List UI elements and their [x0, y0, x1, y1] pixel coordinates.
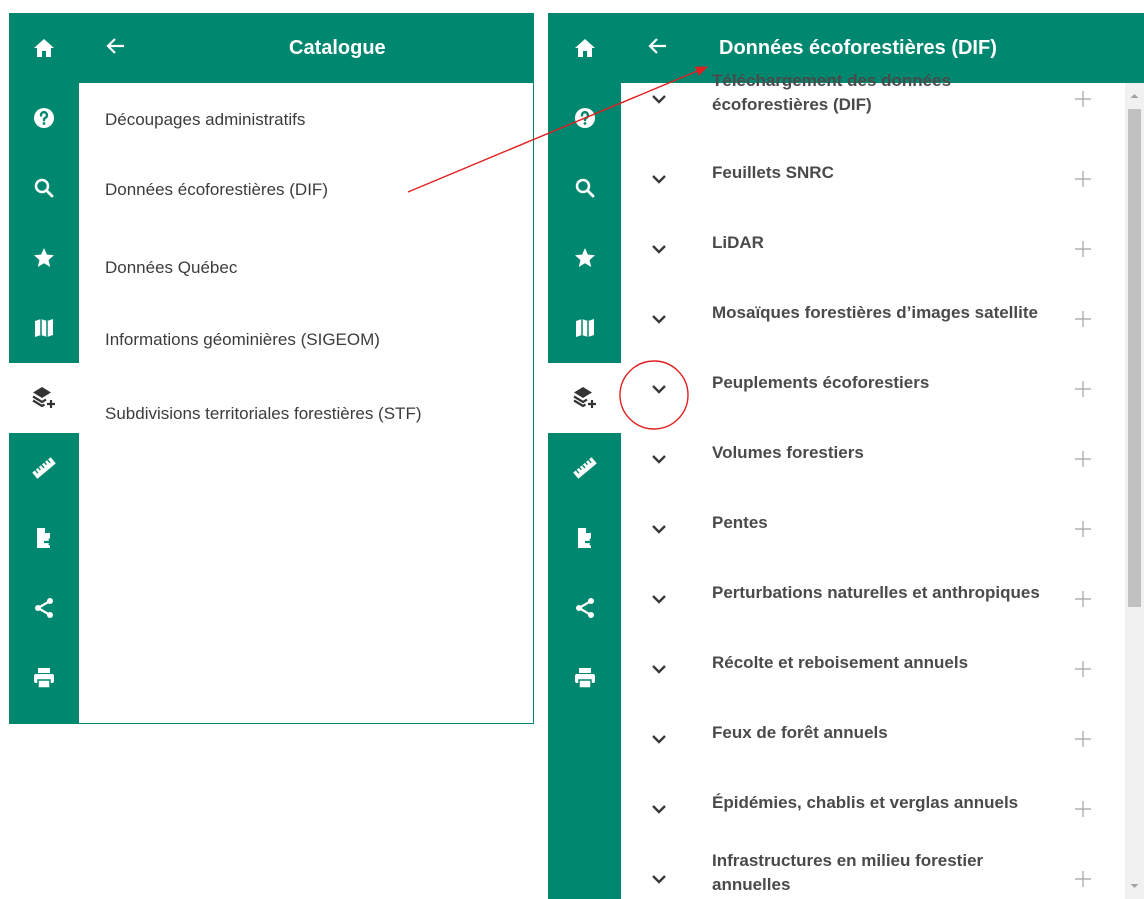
catalogue-panel: Catalogue Découpages administratifs Donn…: [79, 13, 534, 724]
layer-label: Feuillets SNRC: [712, 163, 834, 182]
measure-button[interactable]: [9, 433, 79, 503]
layer-row[interactable]: Perturbations naturelles et anthropiques: [548, 562, 1096, 632]
layer-label: Feux de forêt annuels: [712, 723, 888, 742]
layer-label: Peuplements écoforestiers: [712, 373, 930, 392]
chevron-down-icon[interactable]: [648, 588, 670, 610]
export-button[interactable]: [9, 503, 79, 573]
plus-icon[interactable]: [1073, 239, 1093, 259]
dif-layer-list: Téléchargement des données écoforestière…: [548, 0, 1144, 899]
plus-icon[interactable]: [1073, 799, 1093, 819]
layer-label: LiDAR: [712, 233, 764, 252]
layers-add-icon: [32, 387, 55, 408]
print-button[interactable]: [9, 643, 79, 713]
layer-row[interactable]: Feux de forêt annuels: [548, 702, 1096, 772]
plus-icon[interactable]: [1073, 869, 1093, 889]
chevron-down-icon[interactable]: [648, 88, 670, 110]
chevron-down-icon[interactable]: [648, 448, 670, 470]
layer-label: Infrastructures en milieu forestier annu…: [712, 851, 984, 894]
map-icon: [35, 319, 53, 337]
layer-row[interactable]: Peuplements écoforestiers: [548, 352, 1096, 422]
layer-label: Récolte et reboisement annuels: [712, 653, 969, 672]
plus-icon[interactable]: [1073, 659, 1093, 679]
plus-icon[interactable]: [1073, 449, 1093, 469]
plus-icon[interactable]: [1073, 519, 1093, 539]
layer-row[interactable]: Infrastructures en milieu forestier annu…: [548, 842, 1096, 899]
chevron-down-icon[interactable]: [648, 798, 670, 820]
catalog-item[interactable]: Subdivisions territoriales forestières (…: [105, 404, 421, 424]
layer-row[interactable]: Récolte et reboisement annuels: [548, 632, 1096, 702]
chevron-down-icon[interactable]: [648, 378, 670, 400]
ruler-icon: [32, 457, 56, 479]
plus-icon[interactable]: [1073, 169, 1093, 189]
chevron-down-icon[interactable]: [648, 728, 670, 750]
help-button[interactable]: [9, 83, 79, 153]
layer-label: Épidémies, chablis et verglas annuels: [712, 793, 1019, 812]
catalog-item[interactable]: Données écoforestières (DIF): [105, 180, 328, 200]
search-icon: [34, 178, 54, 198]
layer-label: Pentes: [712, 513, 768, 532]
layer-row[interactable]: LiDAR: [548, 212, 1096, 282]
chevron-down-icon[interactable]: [648, 518, 670, 540]
star-icon: [34, 248, 54, 267]
layer-label: Perturbations naturelles et anthropiques: [712, 583, 1040, 602]
plus-icon[interactable]: [1073, 309, 1093, 329]
layer-row[interactable]: Feuillets SNRC: [548, 142, 1096, 212]
plus-icon[interactable]: [1073, 89, 1093, 109]
layer-row[interactable]: Mosaïques forestières d’images satellite: [548, 282, 1096, 352]
arrow-left-icon[interactable]: [101, 31, 131, 61]
layer-label: Volumes forestiers: [712, 443, 864, 462]
help-icon: [34, 108, 54, 128]
chevron-down-icon[interactable]: [648, 868, 670, 890]
plus-icon[interactable]: [1073, 379, 1093, 399]
plus-icon[interactable]: [1073, 589, 1093, 609]
chevron-down-icon[interactable]: [648, 168, 670, 190]
layer-row[interactable]: Pentes: [548, 492, 1096, 562]
layer-label: Téléchargement des données écoforestière…: [712, 71, 952, 114]
chevron-down-icon[interactable]: [648, 238, 670, 260]
catalog-item[interactable]: Découpages administratifs: [105, 110, 305, 130]
page-title: Catalogue: [289, 37, 386, 59]
home-icon: [34, 39, 54, 57]
print-icon: [34, 668, 54, 689]
left-icon-rail: [9, 13, 79, 724]
plus-icon[interactable]: [1073, 729, 1093, 749]
layer-label: Mosaïques forestières d’images satellite: [712, 303, 1038, 322]
share-button[interactable]: [9, 573, 79, 643]
catalog-item[interactable]: Données Québec: [105, 258, 237, 278]
map-button[interactable]: [9, 293, 79, 363]
search-button[interactable]: [9, 153, 79, 223]
chevron-down-icon[interactable]: [648, 308, 670, 330]
panel-header: Catalogue: [79, 13, 533, 83]
favorites-button[interactable]: [9, 223, 79, 293]
catalog-button[interactable]: [9, 363, 79, 433]
share-icon: [35, 598, 53, 618]
chevron-down-icon[interactable]: [648, 658, 670, 680]
layer-row[interactable]: Volumes forestiers: [548, 422, 1096, 492]
layer-row[interactable]: Téléchargement des données écoforestière…: [548, 62, 1096, 132]
home-button[interactable]: [9, 13, 79, 83]
layer-row[interactable]: Épidémies, chablis et verglas annuels: [548, 772, 1096, 842]
catalog-item[interactable]: Informations géominières (SIGEOM): [105, 330, 380, 350]
file-export-icon: [37, 528, 54, 548]
